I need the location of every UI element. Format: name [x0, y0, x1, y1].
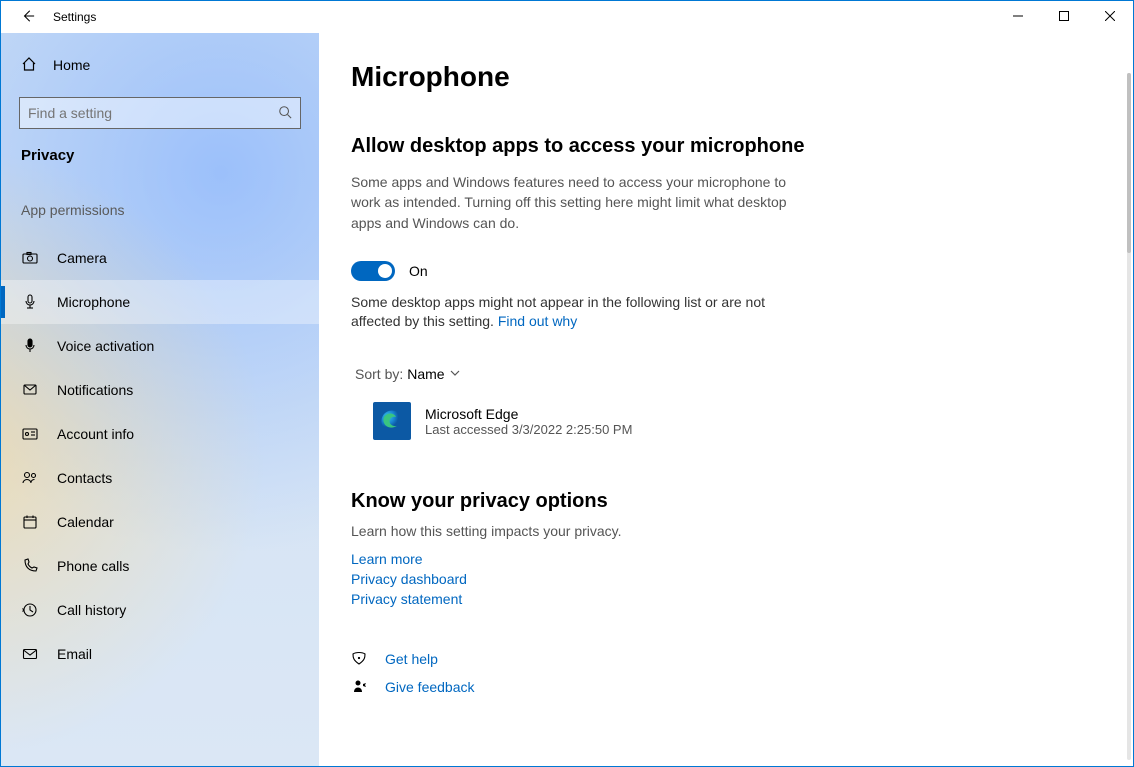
calendar-icon: [21, 514, 39, 530]
sort-value: Name: [407, 366, 444, 382]
microphone-icon: [21, 294, 39, 310]
sidebar-item-label: Voice activation: [57, 338, 154, 354]
sidebar-home[interactable]: Home: [1, 45, 319, 85]
minimize-button[interactable]: [995, 1, 1041, 31]
sidebar-home-label: Home: [53, 57, 90, 73]
sidebar-item-microphone[interactable]: Microphone: [1, 280, 319, 324]
app-row-edge: Microsoft Edge Last accessed 3/3/2022 2:…: [373, 402, 1087, 440]
sidebar-item-label: Email: [57, 646, 92, 662]
setting-desc: Some apps and Windows features need to a…: [351, 172, 791, 233]
sidebar-section: Privacy: [1, 147, 319, 164]
sidebar-item-contacts[interactable]: Contacts: [1, 456, 319, 500]
sidebar-item-notifications[interactable]: Notifications: [1, 368, 319, 412]
sidebar-item-voice-activation[interactable]: Voice activation: [1, 324, 319, 368]
search-input[interactable]: [28, 105, 266, 121]
sidebar-item-label: Account info: [57, 426, 134, 442]
privacy-title: Know your privacy options: [351, 490, 1087, 513]
voice-icon: [21, 338, 39, 354]
sidebar-item-calendar[interactable]: Calendar: [1, 500, 319, 544]
sidebar-item-email[interactable]: Email: [1, 632, 319, 676]
sidebar-item-label: Calendar: [57, 514, 114, 530]
sidebar-item-label: Notifications: [57, 382, 133, 398]
search-box[interactable]: [19, 97, 301, 129]
feedback-icon: [351, 679, 367, 695]
note-text: Some desktop apps might not appear in th…: [351, 293, 781, 332]
sort-by[interactable]: Sort by: Name: [355, 366, 1087, 382]
account-icon: [21, 426, 39, 442]
learn-more-link[interactable]: Learn more: [351, 551, 1087, 567]
sidebar-item-label: Call history: [57, 602, 126, 618]
titlebar: Settings: [1, 1, 1133, 33]
get-help-link[interactable]: Get help: [385, 651, 438, 667]
edge-icon: [373, 402, 411, 440]
sidebar-item-call-history[interactable]: Call history: [1, 588, 319, 632]
back-icon[interactable]: [21, 9, 35, 26]
chevron-down-icon: [449, 366, 461, 382]
sidebar-item-label: Microphone: [57, 294, 130, 310]
sidebar-item-label: Camera: [57, 250, 107, 266]
search-icon: [278, 105, 292, 122]
setting-title: Allow desktop apps to access your microp…: [351, 135, 1087, 158]
scrollbar-thumb[interactable]: [1127, 73, 1131, 253]
sidebar-item-phone-calls[interactable]: Phone calls: [1, 544, 319, 588]
sidebar-item-label: Contacts: [57, 470, 112, 486]
home-icon: [21, 56, 37, 75]
privacy-desc: Learn how this setting impacts your priv…: [351, 523, 1087, 539]
toggle-allow-desktop-apps[interactable]: [351, 261, 395, 281]
phone-icon: [21, 558, 39, 574]
app-last-accessed: Last accessed 3/3/2022 2:25:50 PM: [425, 422, 632, 437]
sidebar-item-camera[interactable]: Camera: [1, 236, 319, 280]
privacy-statement-link[interactable]: Privacy statement: [351, 591, 1087, 607]
help-icon: [351, 651, 367, 667]
email-icon: [21, 646, 39, 662]
notifications-icon: [21, 382, 39, 398]
camera-icon: [21, 250, 39, 266]
page-title: Microphone: [351, 61, 1087, 93]
sidebar-subsection: App permissions: [1, 202, 319, 218]
app-name: Microsoft Edge: [425, 406, 632, 422]
contacts-icon: [21, 470, 39, 486]
window-title: Settings: [53, 10, 96, 24]
main-panel: Microphone Allow desktop apps to access …: [319, 33, 1133, 766]
close-button[interactable]: [1087, 1, 1133, 31]
sidebar-item-label: Phone calls: [57, 558, 129, 574]
maximize-button[interactable]: [1041, 1, 1087, 31]
give-feedback-link[interactable]: Give feedback: [385, 679, 475, 695]
find-out-why-link[interactable]: Find out why: [498, 313, 577, 329]
toggle-state-label: On: [409, 263, 428, 279]
privacy-dashboard-link[interactable]: Privacy dashboard: [351, 571, 1087, 587]
sidebar-item-account-info[interactable]: Account info: [1, 412, 319, 456]
history-icon: [21, 602, 39, 618]
sidebar: Home Privacy App permissions Camera Micr…: [1, 33, 319, 766]
sort-label: Sort by:: [355, 366, 403, 382]
